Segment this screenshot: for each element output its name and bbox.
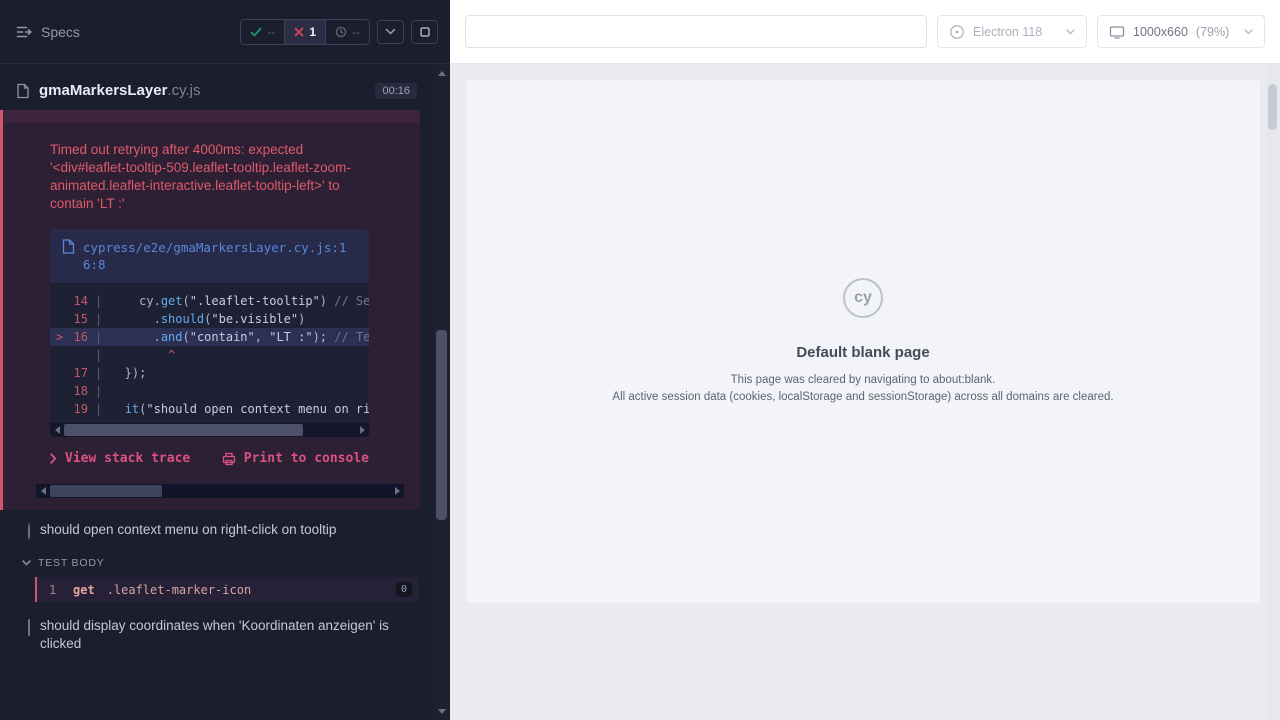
- attempt-header-strip: [3, 110, 420, 123]
- printer-icon: [222, 452, 236, 466]
- scroll-down-arrow[interactable]: [433, 704, 450, 718]
- code-line: 14| cy.get(".leaflet-tooltip") // Sele: [50, 292, 369, 310]
- scroll-right-arrow[interactable]: [390, 484, 404, 498]
- running-test-icon: [28, 523, 30, 541]
- viewport-icon: [1109, 25, 1125, 39]
- test-stats: -- 1 --: [240, 19, 370, 45]
- test-item-running[interactable]: should open context menu on right-click …: [0, 510, 433, 551]
- viewport-size: 1000x660: [1133, 25, 1188, 39]
- code-line: >16| .and("contain", "LT :"); // Test: [50, 328, 369, 346]
- code-line: | ^: [50, 346, 369, 364]
- command-message: .leaflet-marker-icon: [107, 583, 396, 597]
- specs-menu-button[interactable]: Specs: [16, 24, 80, 40]
- code-frame-hscrollbar[interactable]: [50, 423, 369, 437]
- command-method: get: [73, 583, 95, 597]
- aut-iframe: cy Default blank page This page was clea…: [466, 80, 1260, 603]
- pending-count: --: [352, 25, 360, 39]
- x-icon: [294, 27, 304, 37]
- chevron-down-icon: [1244, 29, 1253, 35]
- electron-icon: [949, 24, 965, 40]
- blank-page-line2: All active session data (cookies, localS…: [612, 389, 1113, 406]
- clock-icon: [335, 26, 347, 38]
- runner-header: Electron 118 1000x660 (79%): [450, 0, 1280, 64]
- reporter-sidebar: Specs -- 1: [0, 0, 450, 720]
- code-line: 19| it("should open context menu on righ: [50, 400, 369, 418]
- scroll-left-arrow[interactable]: [36, 484, 50, 498]
- chevron-down-icon: [1066, 29, 1075, 35]
- file-icon: [62, 239, 75, 254]
- browser-label: Electron 118: [973, 25, 1042, 39]
- code-line: 18|: [50, 382, 369, 400]
- error-actions: View stack trace Print to console: [50, 451, 369, 466]
- command-number: 1: [49, 583, 73, 597]
- failed-count: 1: [309, 25, 316, 39]
- hscroll-thumb[interactable]: [50, 485, 162, 497]
- error-code-frame: cypress/e2e/gmaMarkersLayer.cy.js:16:8 1…: [50, 229, 369, 437]
- reporter-controls: -- 1 --: [240, 19, 438, 45]
- specs-menu-icon: [16, 25, 32, 39]
- stop-run-button[interactable]: [411, 20, 438, 44]
- check-icon: [250, 27, 262, 37]
- reporter-header: Specs -- 1: [0, 0, 450, 64]
- code-line: 17| });: [50, 364, 369, 382]
- reporter-scroll-area: Timed out retrying after 4000ms: expecte…: [0, 110, 433, 720]
- specs-label: Specs: [41, 24, 80, 40]
- viewport-scale: (79%): [1196, 25, 1229, 39]
- stat-pending: --: [325, 20, 369, 44]
- view-stack-trace-link[interactable]: View stack trace: [50, 451, 190, 466]
- chevron-down-icon: [385, 28, 396, 35]
- scroll-right-arrow[interactable]: [355, 423, 369, 437]
- passed-count: --: [267, 25, 275, 39]
- file-path: cypress/e2e/gmaMarkersLayer.cy.js:16:8: [83, 239, 347, 273]
- stack-trace-label: View stack trace: [65, 451, 190, 466]
- viewport-select[interactable]: 1000x660 (79%): [1097, 15, 1265, 48]
- test-item-queued[interactable]: should display coordinates when 'Koordin…: [0, 606, 433, 663]
- spec-extension: .cy.js: [167, 82, 200, 99]
- chevron-right-icon: [50, 453, 57, 464]
- scroll-left-arrow[interactable]: [50, 423, 64, 437]
- queued-test-icon: [28, 619, 30, 637]
- blank-page-line1: This page was cleared by navigating to a…: [731, 372, 996, 389]
- command-log-entry[interactable]: 1 get .leaflet-marker-icon 0: [35, 577, 419, 602]
- test-title: should display coordinates when 'Koordin…: [40, 617, 389, 653]
- main-vscrollbar[interactable]: [1266, 64, 1279, 720]
- print-to-console-button[interactable]: Print to console: [222, 451, 369, 466]
- spec-file-icon: [16, 83, 30, 99]
- cypress-logo: cy: [843, 278, 883, 318]
- test-body-label: TEST BODY: [38, 557, 105, 569]
- runner-main: Electron 118 1000x660 (79%) cy Default b…: [450, 0, 1280, 720]
- code-lines: 14| cy.get(".leaflet-tooltip") // Sele 1…: [50, 283, 369, 423]
- command-count-badge: 0: [396, 582, 412, 597]
- stat-failed: 1: [284, 20, 325, 44]
- hscroll-track[interactable]: [50, 484, 390, 498]
- print-console-label: Print to console: [244, 451, 369, 466]
- scroll-up-arrow[interactable]: [433, 66, 450, 80]
- vscroll-thumb[interactable]: [436, 330, 447, 520]
- failed-test-attempt: Timed out retrying after 4000ms: expecte…: [0, 110, 420, 510]
- error-message: Timed out retrying after 4000ms: expecte…: [3, 123, 420, 229]
- reporter-vscrollbar[interactable]: [433, 64, 450, 720]
- chevron-down-icon: [22, 560, 31, 566]
- code-line: 15| .should("be.visible"): [50, 310, 369, 328]
- cypress-app: Specs -- 1: [0, 0, 1280, 720]
- spec-header: gmaMarkersLayer.cy.js 00:16: [0, 71, 433, 110]
- collapse-tests-button[interactable]: [377, 20, 404, 44]
- test-body-toggle[interactable]: TEST BODY: [0, 551, 433, 577]
- blank-page: cy Default blank page This page was clea…: [466, 80, 1260, 603]
- spec-name: gmaMarkersLayer.cy.js: [39, 82, 200, 99]
- test-title: should open context menu on right-click …: [40, 521, 336, 539]
- attempt-hscrollbar[interactable]: [36, 484, 404, 498]
- spec-duration-badge: 00:16: [375, 83, 417, 99]
- code-frame-file-link[interactable]: cypress/e2e/gmaMarkersLayer.cy.js:16:8: [50, 229, 369, 283]
- browser-select[interactable]: Electron 118: [937, 15, 1087, 48]
- blank-page-title: Default blank page: [796, 344, 929, 361]
- hscroll-thumb[interactable]: [64, 424, 303, 436]
- hscroll-track[interactable]: [64, 423, 355, 437]
- vscroll-thumb[interactable]: [1268, 84, 1277, 130]
- stat-passed: --: [241, 20, 284, 44]
- stop-icon: [420, 27, 430, 37]
- url-input[interactable]: [465, 15, 927, 48]
